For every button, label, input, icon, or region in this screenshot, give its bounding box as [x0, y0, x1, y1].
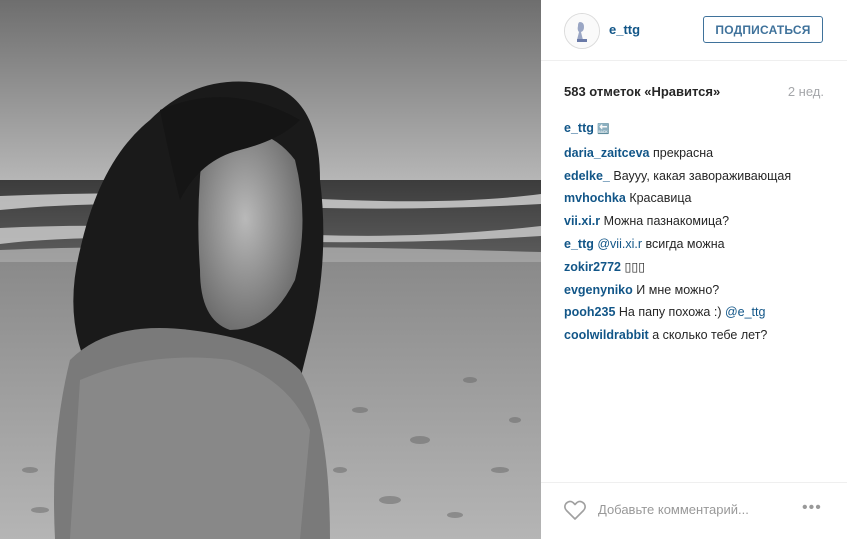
instagram-post: e_ttg ПОДПИСАТЬСЯ 583 отметок «Нравится»… — [0, 0, 847, 539]
comment-text: Вауyy, какая завораживающая — [613, 168, 792, 183]
comment-text: а сколько тебе лет? — [652, 328, 768, 343]
follow-button[interactable]: ПОДПИСАТЬСЯ — [703, 16, 823, 43]
comment-input[interactable]: Добавьте комментарий... — [598, 502, 749, 517]
comment: daria_zaitceva прекрасна — [564, 142, 834, 165]
comment: vii.xi.r Можна пазнакомица? — [564, 210, 834, 233]
post-panel: e_ttg ПОДПИСАТЬСЯ 583 отметок «Нравится»… — [541, 0, 847, 539]
more-options-icon[interactable]: ••• — [802, 499, 822, 517]
comment: pooh235 На папу похожа :) @e_ttg — [564, 301, 834, 324]
comment: evgenyniko И мне можно? — [564, 279, 834, 302]
comment-user[interactable]: e_ttg — [564, 237, 594, 251]
comment: coolwildrabbit а сколько тебе лет? — [564, 324, 834, 347]
comment: edelke_ Вауyy, какая завораживающая — [564, 165, 834, 188]
comment-text: Можна пазнакомица? — [603, 214, 730, 229]
comment-text: Красавица — [629, 191, 692, 206]
heart-outline-icon[interactable] — [563, 499, 587, 521]
avatar[interactable] — [564, 13, 600, 49]
comment: e_ttg @vii.xi.r всигда можна — [564, 233, 834, 256]
comments-list: e_ttg 🔙 daria_zaitceva прекрасна edelke_… — [564, 117, 834, 347]
post-time[interactable]: 2 нед. — [788, 84, 824, 99]
photo-image — [0, 0, 541, 539]
comment: zokir2772 ▯▯▯ — [564, 256, 834, 279]
comment-text: прекрасна — [652, 145, 714, 160]
avatar-image — [565, 14, 599, 48]
comment-user[interactable]: vii.xi.r — [564, 214, 600, 228]
comment-text: На папу похожа :) — [618, 305, 722, 320]
comment-user[interactable]: edelke_ — [564, 169, 610, 183]
comment-user[interactable]: zokir2772 — [564, 260, 621, 274]
comment: mvhochka Красавица — [564, 187, 834, 210]
post-photo[interactable] — [0, 0, 541, 539]
comment-user[interactable]: coolwildrabbit — [564, 328, 649, 342]
mention-link[interactable]: @vii.xi.r — [597, 237, 642, 251]
post-author[interactable]: e_ttg — [609, 22, 640, 37]
mention-link[interactable]: @e_ttg — [725, 305, 766, 319]
comment-user[interactable]: evgenyniko — [564, 283, 633, 297]
comment-user[interactable]: mvhochka — [564, 191, 626, 205]
caption-text: 🔙 — [597, 124, 610, 135]
caption: e_ttg 🔙 — [564, 117, 834, 142]
comment-user[interactable]: pooh235 — [564, 305, 615, 319]
comment-user[interactable]: e_ttg — [564, 121, 594, 135]
comment-user[interactable]: daria_zaitceva — [564, 146, 649, 160]
likes-row: 583 отметок «Нравится» 2 нед. — [564, 84, 824, 99]
comment-text: всигда можна — [645, 236, 725, 251]
post-footer: Добавьте комментарий... ••• — [541, 482, 847, 540]
comment-text: ▯▯▯ — [624, 259, 646, 274]
likes-count[interactable]: 583 отметок «Нравится» — [564, 84, 720, 99]
post-header: e_ttg ПОДПИСАТЬСЯ — [541, 0, 847, 61]
comment-text: И мне можно? — [636, 282, 720, 297]
